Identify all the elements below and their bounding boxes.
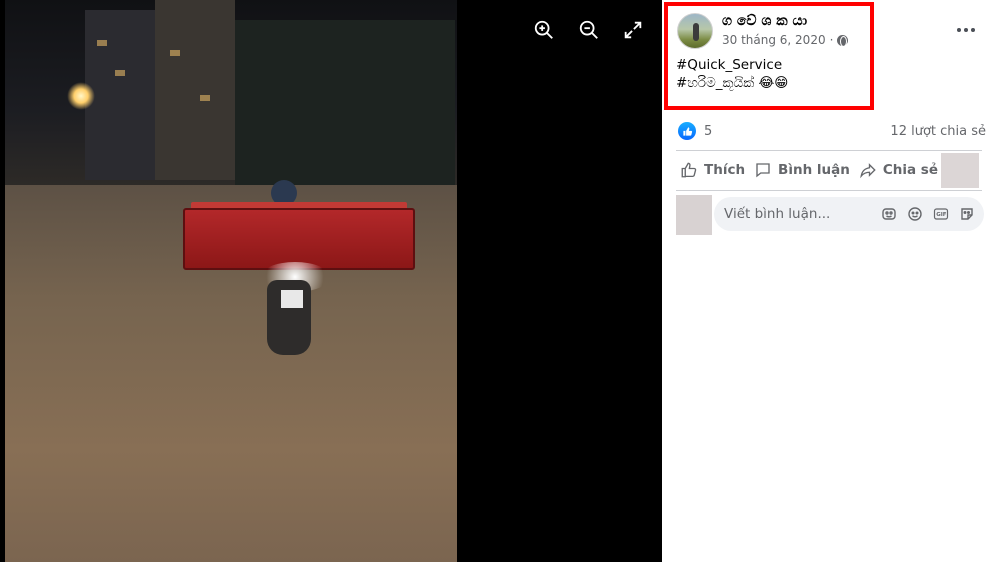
post-sidebar: ග වේ ශ ක යා 30 tháng 6, 2020 · #Quick_Se… bbox=[662, 0, 1000, 562]
comment-icon bbox=[756, 163, 770, 178]
comment-input[interactable]: Viết bình luận... GIF bbox=[714, 197, 984, 231]
post-actions: Thích Bình luận Chia sẻ bbox=[676, 152, 942, 188]
share-count[interactable]: 12 lượt chia sẻ bbox=[890, 124, 986, 139]
post-photo[interactable] bbox=[5, 0, 457, 562]
reaction-count: 5 bbox=[704, 123, 713, 139]
post-author[interactable]: ග වේ ශ ක යා bbox=[722, 13, 807, 29]
comment-label: Bình luận bbox=[778, 162, 850, 178]
photo-building bbox=[85, 10, 155, 180]
meta-separator: · bbox=[829, 33, 834, 47]
street-lamp bbox=[67, 82, 95, 110]
comment-tools: GIF bbox=[880, 205, 976, 223]
comment-placeholder[interactable]: Viết bình luận... bbox=[724, 206, 880, 222]
thumbs-up-icon bbox=[681, 162, 697, 178]
photo-window bbox=[115, 70, 125, 76]
post-meta: 30 tháng 6, 2020 · bbox=[722, 33, 849, 47]
post-text: #Quick_Service #හරිම_කූයික් 😂😁 bbox=[676, 56, 788, 92]
share-button[interactable]: Chia sẻ bbox=[855, 155, 942, 185]
avatar-figure bbox=[693, 23, 699, 41]
photo-license-plate bbox=[281, 290, 303, 308]
viewer-avatar bbox=[676, 195, 712, 235]
share-icon bbox=[860, 163, 876, 179]
comment-composer: Viết bình luận... GIF bbox=[676, 195, 986, 235]
photo-window bbox=[200, 95, 210, 101]
like-icon bbox=[678, 122, 696, 140]
photo-viewer bbox=[0, 0, 662, 562]
zoom-in-icon[interactable] bbox=[530, 16, 558, 44]
post-stats: 5 12 lượt chia sẻ bbox=[678, 120, 986, 142]
svg-text:GIF: GIF bbox=[936, 212, 947, 218]
photo-coffin bbox=[183, 208, 415, 270]
author-avatar[interactable] bbox=[677, 13, 713, 49]
sticker-icon[interactable] bbox=[958, 205, 976, 223]
fullscreen-icon[interactable] bbox=[619, 16, 647, 44]
comment-button[interactable]: Bình luận bbox=[750, 155, 854, 185]
like-label: Thích bbox=[704, 162, 746, 178]
photo-window bbox=[170, 50, 180, 56]
post-hashtag-1[interactable]: #Quick_Service bbox=[676, 56, 788, 74]
share-label: Chia sẻ bbox=[882, 162, 938, 178]
redacted-thumbnail bbox=[941, 153, 979, 188]
gif-icon[interactable]: GIF bbox=[932, 205, 950, 223]
photo-building bbox=[155, 0, 235, 180]
more-options-icon[interactable] bbox=[954, 18, 978, 42]
zoom-out-icon[interactable] bbox=[575, 16, 603, 44]
reaction-summary[interactable]: 5 bbox=[678, 122, 712, 140]
avatar-sticker-icon[interactable] bbox=[880, 205, 898, 223]
post-date[interactable]: 30 tháng 6, 2020 bbox=[722, 33, 826, 47]
divider bbox=[676, 150, 982, 151]
photo-window bbox=[97, 40, 107, 46]
globe-icon[interactable] bbox=[837, 34, 849, 47]
like-button[interactable]: Thích bbox=[676, 155, 749, 185]
post-hashtag-2[interactable]: #හරිම_කූයික් 😂😁 bbox=[676, 74, 788, 92]
divider bbox=[676, 190, 982, 191]
emoji-icon[interactable] bbox=[906, 205, 924, 223]
